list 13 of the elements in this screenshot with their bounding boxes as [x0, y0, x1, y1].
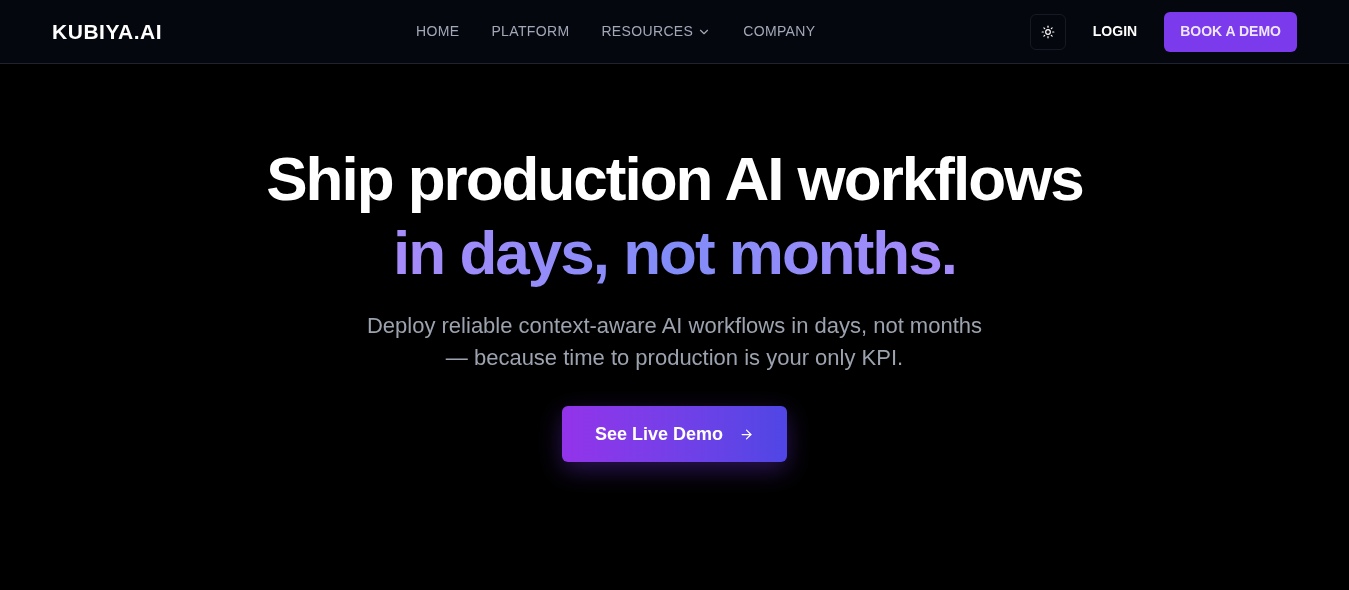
book-demo-button[interactable]: BOOK A DEMO: [1164, 11, 1297, 52]
hero-title: Ship production AI workflows: [266, 143, 1083, 215]
nav-link[interactable]: PLATFORM: [491, 21, 570, 42]
nav-link[interactable]: HOME: [416, 21, 460, 42]
arrow-right-icon: [739, 426, 755, 442]
nav-link[interactable]: COMPANY: [743, 21, 816, 42]
login-link[interactable]: LOGIN: [1092, 21, 1138, 42]
sun-icon: [1040, 24, 1055, 39]
live-demo-button[interactable]: See Live Demo: [562, 406, 787, 462]
logo[interactable]: KUBIYA.AI: [52, 15, 352, 48]
theme-toggle-button[interactable]: [1029, 13, 1066, 50]
nav-link[interactable]: RESOURCES: [601, 21, 712, 42]
hero-subtitle: Deploy reliable context-aware AI workflows in days, not months — because time to production is your only KPI.: [366, 312, 983, 372]
